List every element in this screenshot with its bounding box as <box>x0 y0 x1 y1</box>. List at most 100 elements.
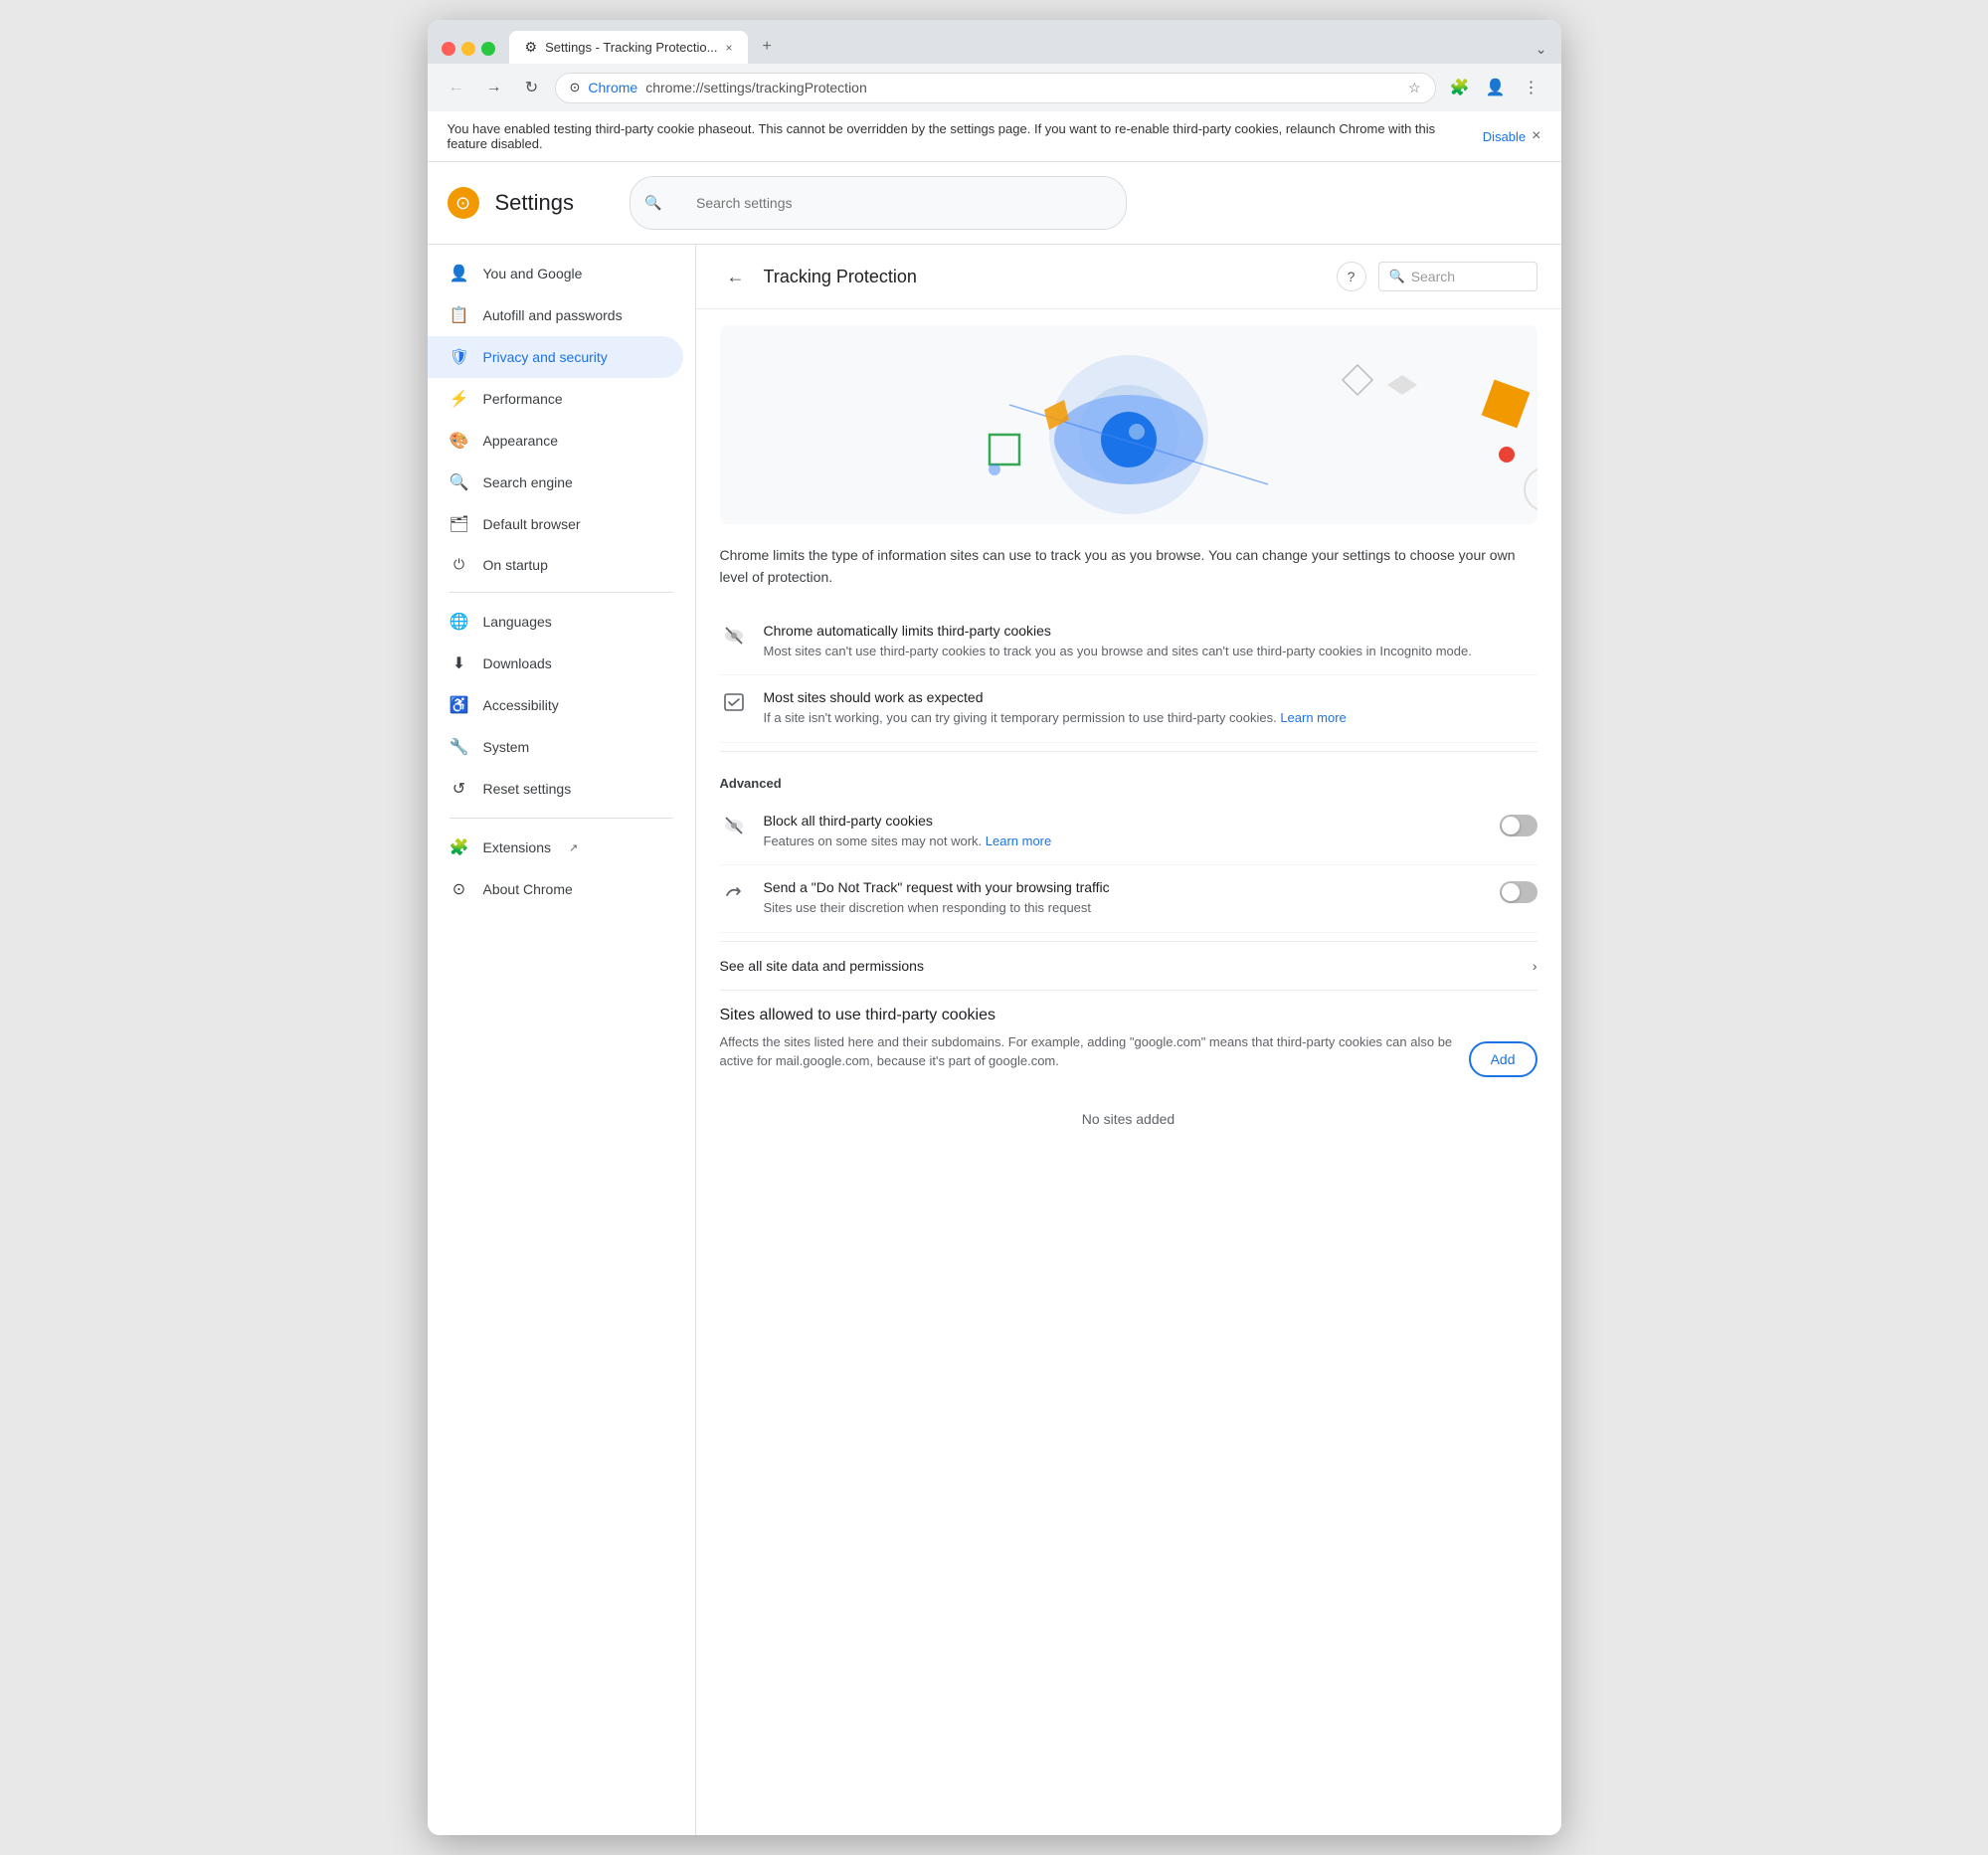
see-all-site-data-row[interactable]: See all site data and permissions › <box>720 941 1537 991</box>
address-text: chrome://settings/trackingProtection <box>645 80 867 95</box>
sidebar-item-autofill[interactable]: 📋 Autofill and passwords <box>428 294 683 336</box>
menu-button[interactable]: ⋮ <box>1516 72 1547 103</box>
settings-title: Settings <box>495 190 575 216</box>
sidebar-item-performance[interactable]: ⚡ Performance <box>428 378 683 420</box>
sidebar-item-reset[interactable]: ↺ Reset settings <box>428 768 683 810</box>
forward-button[interactable]: → <box>479 73 509 102</box>
performance-icon: ⚡ <box>450 389 469 409</box>
block-all-desc: Features on some sites may not work. Lea… <box>764 832 1484 851</box>
see-all-chevron-icon: › <box>1533 958 1537 974</box>
sidebar-label-autofill: Autofill and passwords <box>483 307 623 323</box>
do-not-track-icon <box>720 879 748 908</box>
settings-search-input[interactable] <box>666 185 1112 221</box>
illustration-svg <box>720 325 1537 524</box>
sites-allowed-section: Sites allowed to use third-party cookies… <box>720 991 1537 1135</box>
tracking-protection-header: ← Tracking Protection ? 🔍 Search <box>696 245 1561 309</box>
accessibility-icon: ♿ <box>450 695 469 715</box>
sidebar-item-appearance[interactable]: 🎨 Appearance <box>428 420 683 462</box>
sidebar-item-on-startup[interactable]: ⏻ On startup <box>428 545 683 584</box>
help-button[interactable]: ? <box>1337 262 1366 291</box>
reload-button[interactable]: ↻ <box>517 73 547 102</box>
nav-actions: 🧩 👤 ⋮ <box>1444 72 1547 103</box>
do-not-track-desc: Sites use their discretion when respondi… <box>764 898 1484 918</box>
sites-section-wrapper: Affects the sites listed here and their … <box>720 1032 1537 1087</box>
profile-button[interactable]: 👤 <box>1480 72 1512 103</box>
sidebar-item-accessibility[interactable]: ♿ Accessibility <box>428 684 683 726</box>
sidebar-item-default-browser[interactable]: 🗂 Default browser <box>428 503 683 545</box>
appearance-icon: 🎨 <box>450 431 469 451</box>
tracking-protection-content: Chrome limits the type of information si… <box>696 524 1561 1155</box>
auto-limit-title: Chrome automatically limits third-party … <box>764 623 1537 639</box>
info-bar-message: You have enabled testing third-party coo… <box>448 121 1477 151</box>
back-to-privacy-button[interactable]: ← <box>720 261 752 292</box>
close-traffic-light[interactable] <box>442 42 455 56</box>
info-bar-close-button[interactable]: × <box>1532 127 1540 145</box>
sidebar-label-reset: Reset settings <box>483 781 572 797</box>
sidebar-item-extensions[interactable]: 🧩 Extensions ↗ <box>428 827 683 868</box>
hero-illustration <box>720 325 1537 524</box>
add-site-button[interactable]: Add <box>1469 1041 1537 1077</box>
system-icon: 🔧 <box>450 737 469 757</box>
learn-more-link-1[interactable]: Learn more <box>1280 710 1346 725</box>
advanced-heading: Advanced <box>720 760 1537 799</box>
sidebar-item-privacy[interactable]: 🛡 Privacy and security <box>428 336 683 378</box>
default-browser-icon: 🗂 <box>450 514 469 534</box>
do-not-track-text: Send a "Do Not Track" request with your … <box>764 879 1484 918</box>
sites-desc-wrapper: Affects the sites listed here and their … <box>720 1032 1453 1087</box>
sidebar-label-about: About Chrome <box>483 881 573 897</box>
sidebar-item-downloads[interactable]: ⬇ Downloads <box>428 643 683 684</box>
settings-logo: ⊙ <box>448 187 479 219</box>
sidebar-label-privacy: Privacy and security <box>483 349 608 365</box>
minimize-traffic-light[interactable] <box>461 42 475 56</box>
bookmark-icon[interactable]: ☆ <box>1408 80 1421 96</box>
address-bar[interactable]: ⊙ Chrome chrome://settings/trackingProte… <box>555 73 1436 103</box>
sites-desc: Affects the sites listed here and their … <box>720 1032 1453 1071</box>
do-not-track-option: Send a "Do Not Track" request with your … <box>720 865 1537 933</box>
sidebar-label-search-engine: Search engine <box>483 474 573 490</box>
external-link-icon: ↗ <box>569 841 578 854</box>
sidebar-divider-2 <box>450 818 673 819</box>
search-engine-icon: 🔍 <box>450 472 469 492</box>
chrome-logo-address: ⊙ <box>570 80 581 95</box>
main-content: ← Tracking Protection ? 🔍 Search <box>696 245 1561 1835</box>
tracking-search-box[interactable]: 🔍 Search <box>1378 262 1537 291</box>
sidebar-label-downloads: Downloads <box>483 655 552 671</box>
sites-work-option: Most sites should work as expected If a … <box>720 675 1537 743</box>
new-tab-button[interactable]: + <box>752 30 781 64</box>
auto-limit-option: Chrome automatically limits third-party … <box>720 609 1537 676</box>
settings-header: ⊙ Settings 🔍 <box>428 162 1561 245</box>
sites-work-desc: If a site isn't working, you can try giv… <box>764 708 1537 728</box>
tab-close-button[interactable]: × <box>725 41 732 55</box>
active-tab[interactable]: ⚙ Settings - Tracking Protectio... × <box>509 31 749 64</box>
downloads-icon: ⬇ <box>450 653 469 673</box>
sidebar-label-accessibility: Accessibility <box>483 697 559 713</box>
sidebar-item-you-and-google[interactable]: 👤 You and Google <box>428 253 683 294</box>
extensions-button[interactable]: 🧩 <box>1444 72 1476 103</box>
see-all-text: See all site data and permissions <box>720 958 924 974</box>
tab-menu-button[interactable]: ⌄ <box>1536 41 1547 64</box>
block-all-toggle[interactable] <box>1500 815 1537 836</box>
sidebar-item-search-engine[interactable]: 🔍 Search engine <box>428 462 683 503</box>
info-bar-disable-link[interactable]: Disable <box>1483 129 1526 144</box>
do-not-track-title: Send a "Do Not Track" request with your … <box>764 879 1484 895</box>
sites-work-title: Most sites should work as expected <box>764 689 1537 705</box>
sidebar-label-performance: Performance <box>483 391 563 407</box>
do-not-track-toggle[interactable] <box>1500 881 1537 903</box>
settings-search-icon: 🔍 <box>644 195 661 212</box>
settings-search-bar: 🔍 <box>630 176 1127 230</box>
maximize-traffic-light[interactable] <box>481 42 495 56</box>
back-button[interactable]: ← <box>442 73 471 102</box>
sidebar-label-appearance: Appearance <box>483 433 559 449</box>
advanced-section: Advanced Block all third-party cookies <box>720 751 1537 933</box>
tracking-search-placeholder: Search <box>1411 269 1455 284</box>
sidebar-label-extensions: Extensions <box>483 839 551 855</box>
learn-more-link-2[interactable]: Learn more <box>986 834 1051 848</box>
block-cookies-icon <box>720 813 748 841</box>
startup-icon: ⏻ <box>450 556 469 573</box>
sidebar-item-about[interactable]: ⊙ About Chrome <box>428 868 683 910</box>
block-all-text: Block all third-party cookies Features o… <box>764 813 1484 851</box>
sidebar-item-system[interactable]: 🔧 System <box>428 726 683 768</box>
autofill-icon: 📋 <box>450 305 469 325</box>
traffic-lights <box>442 42 495 64</box>
sidebar-item-languages[interactable]: 🌐 Languages <box>428 601 683 643</box>
